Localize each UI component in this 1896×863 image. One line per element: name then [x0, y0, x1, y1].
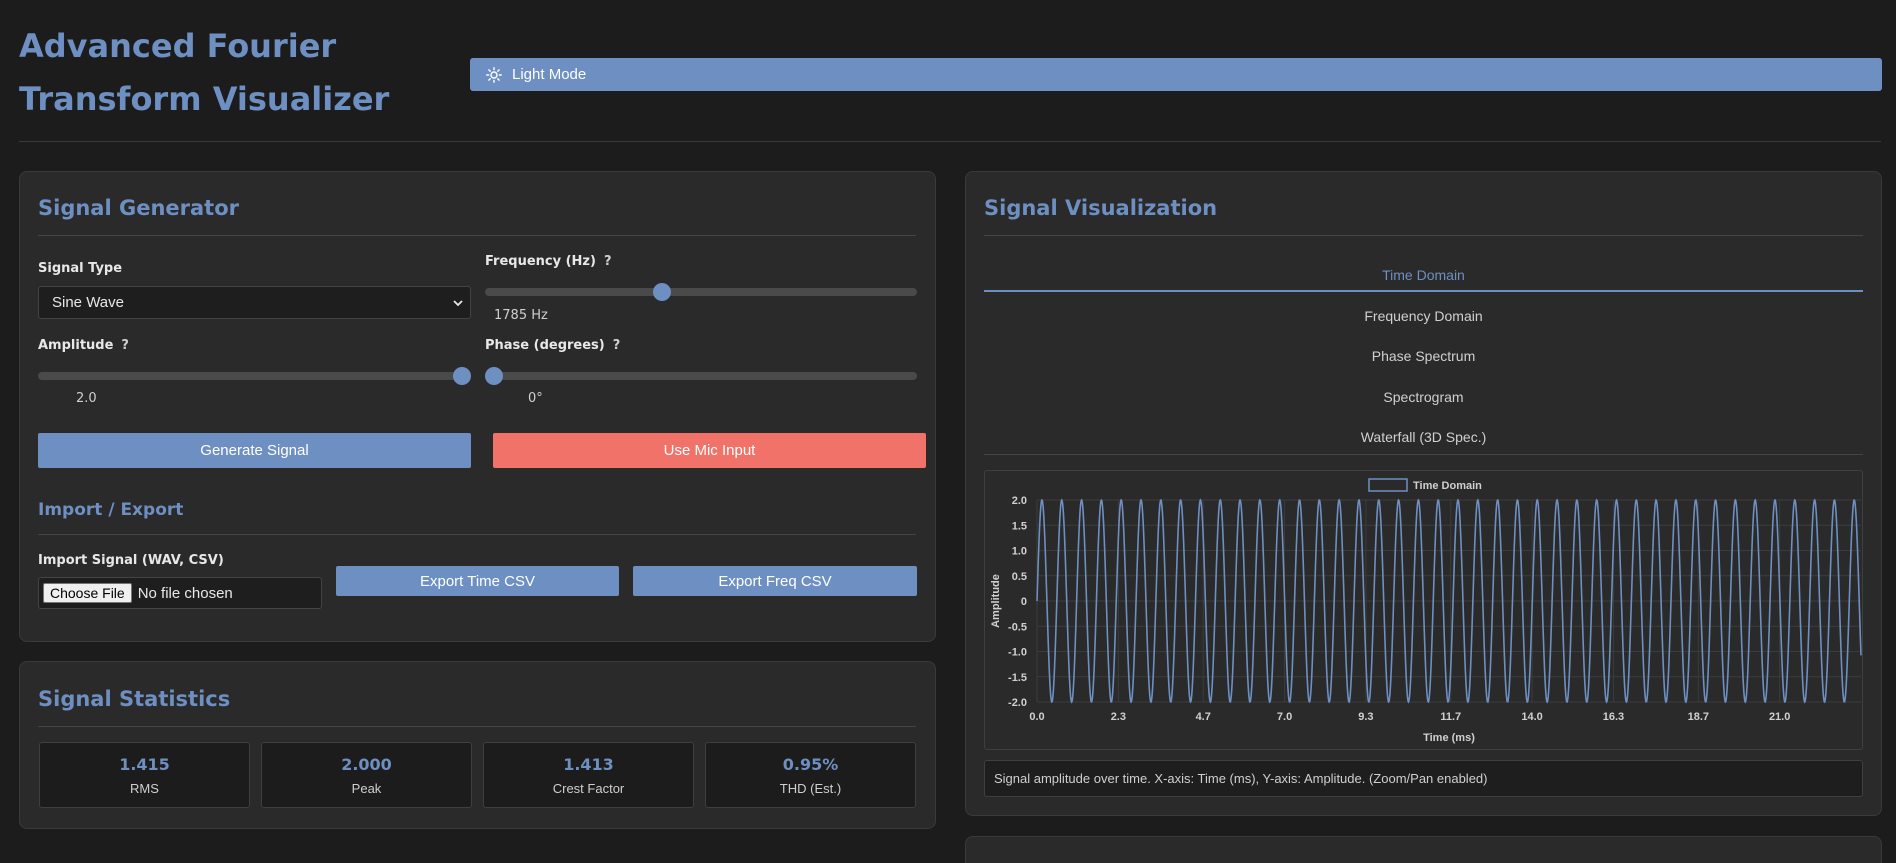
y-tick-label: 2.0 [1012, 495, 1027, 507]
generate-signal-button[interactable]: Generate Signal [38, 433, 471, 468]
theme-toggle-button[interactable]: Light Mode [470, 58, 1882, 91]
stat-peak: 2.000 Peak [261, 742, 472, 808]
y-tick-label: -2.0 [1008, 697, 1027, 709]
stat-value: 1.413 [563, 755, 614, 774]
import-file-input[interactable]: Choose File No file chosen [38, 577, 322, 609]
x-tick-label: 21.0 [1769, 711, 1790, 723]
header-divider [19, 141, 1881, 142]
frequency-value: 1785 Hz [494, 308, 548, 323]
phase-value: 0° [528, 391, 543, 406]
stat-rms: 1.415 RMS [39, 742, 250, 808]
amplitude-slider-thumb[interactable] [453, 367, 471, 385]
signal-generator-title: Signal Generator [38, 196, 240, 220]
y-tick-label: -1.0 [1008, 647, 1027, 659]
y-tick-label: -1.5 [1008, 672, 1027, 684]
signal-generator-divider [38, 235, 916, 236]
stat-label: Peak [351, 781, 382, 796]
x-axis-label: Time (ms) [1423, 732, 1475, 744]
frequency-slider[interactable] [485, 283, 917, 301]
x-tick-label: 4.7 [1196, 711, 1211, 723]
export-time-csv-button[interactable]: Export Time CSV [336, 566, 619, 596]
signal-statistics-divider [38, 726, 916, 727]
stat-value: 2.000 [341, 755, 392, 774]
theme-toggle-label: Light Mode [512, 66, 587, 83]
signal-type-value: Sine Wave [52, 294, 124, 311]
tab-frequency-domain[interactable]: Frequency Domain [984, 300, 1863, 332]
x-tick-label: 0.0 [1029, 711, 1044, 723]
import-export-title: Import / Export [38, 500, 184, 520]
frequency-label: Frequency (Hz) ? [485, 254, 612, 269]
y-tick-label: -0.5 [1008, 621, 1027, 633]
legend-label: Time Domain [1413, 480, 1482, 492]
stat-thd: 0.95% THD (Est.) [705, 742, 916, 808]
export-freq-csv-button[interactable]: Export Freq CSV [633, 566, 917, 596]
amplitude-value: 2.0 [76, 391, 97, 406]
x-tick-label: 9.3 [1358, 711, 1373, 723]
x-tick-label: 16.3 [1603, 711, 1624, 723]
import-signal-label: Import Signal (WAV, CSV) [38, 553, 224, 568]
phase-label: Phase (degrees) ? [485, 338, 621, 353]
import-export-divider [38, 534, 916, 535]
x-tick-label: 11.7 [1440, 711, 1461, 723]
frequency-slider-thumb[interactable] [653, 283, 672, 301]
amplitude-slider[interactable] [38, 367, 471, 385]
stat-crest-factor: 1.413 Crest Factor [483, 742, 694, 808]
signal-type-label: Signal Type [38, 261, 123, 276]
time-domain-chart[interactable]: 2.0 1.5 1.0 0.5 0 -0.5 -1.0 -1.5 -2.00.0 2.3 4.7 7.… [985, 471, 1862, 749]
tab-phase-spectrum[interactable]: Phase Spectrum [984, 340, 1863, 372]
signal-type-select[interactable]: Sine Wave [38, 286, 471, 319]
choose-file-button[interactable]: Choose File [43, 583, 132, 603]
next-panel [965, 836, 1882, 863]
signal-visualization-divider [984, 235, 1863, 236]
signal-visualization-title: Signal Visualization [984, 196, 1218, 220]
y-tick-label: 1.5 [1012, 520, 1027, 532]
signal-statistics-title: Signal Statistics [38, 687, 231, 711]
y-tick-label: 1.0 [1012, 546, 1027, 558]
y-axis-label: Amplitude [990, 574, 1002, 628]
stat-label: Crest Factor [552, 781, 625, 796]
tabs-divider [984, 454, 1863, 455]
tab-time-domain[interactable]: Time Domain [984, 260, 1863, 292]
tab-waterfall[interactable]: Waterfall (3D Spec.) [984, 421, 1863, 453]
chart-caption: Signal amplitude over time. X-axis: Time… [984, 760, 1863, 797]
stat-value: 0.95% [782, 755, 839, 774]
legend-swatch [1368, 478, 1408, 492]
chart-container[interactable]: 2.0 1.5 1.0 0.5 0 -0.5 -1.0 -1.5 -2.0 0.0 2.3 4.7 7.… [984, 470, 1863, 750]
sun-icon [486, 66, 502, 83]
y-tick-label: 0.5 [1012, 571, 1027, 583]
stat-label: RMS [130, 781, 159, 796]
file-status-text: No file chosen [137, 584, 233, 602]
page-title: Advanced Fourier Transform Visualizer [19, 27, 390, 118]
x-tick-label: 18.7 [1688, 711, 1709, 723]
tab-spectrogram[interactable]: Spectrogram [984, 381, 1863, 413]
stat-label: THD (Est.) [779, 781, 842, 796]
y-tick-label: 0 [1021, 596, 1027, 608]
amplitude-help-icon[interactable]: ? [121, 338, 129, 353]
phase-help-icon[interactable]: ? [613, 338, 621, 353]
chevron-down-icon [453, 299, 463, 306]
x-tick-label: 2.3 [1111, 711, 1126, 723]
phase-slider-thumb[interactable] [485, 367, 503, 385]
x-tick-label: 14.0 [1521, 711, 1542, 723]
frequency-help-icon[interactable]: ? [604, 254, 612, 269]
amplitude-label: Amplitude ? [38, 338, 129, 353]
phase-slider[interactable] [485, 367, 917, 385]
stat-value: 1.415 [119, 755, 170, 774]
mic-input-button[interactable]: Use Mic Input [493, 433, 926, 468]
x-tick-label: 7.0 [1277, 711, 1292, 723]
